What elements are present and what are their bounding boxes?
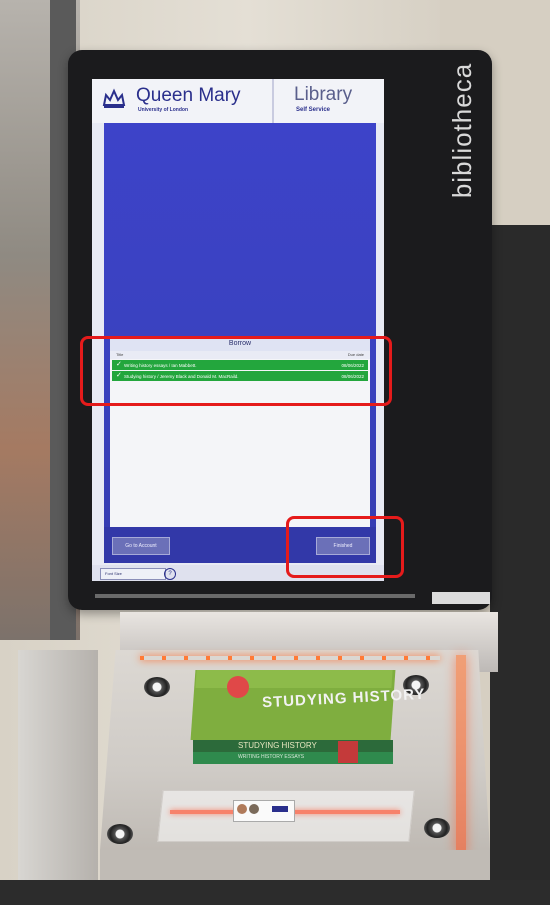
shelf-led-side [456,655,466,855]
shelf-screw [144,677,170,697]
kiosk-brand-text: bibliotheca [447,62,478,198]
institution-subtitle: University of London [138,107,188,113]
book-spine-title: WRITING HISTORY ESSAYS [238,754,305,760]
finished-button-highlight [286,516,404,578]
floor [0,880,550,905]
shelf-screw [107,824,133,844]
kiosk-trim [95,594,415,598]
font-size-button[interactable]: Font Size [100,568,166,580]
serial-label [432,592,490,604]
book-cover-top [195,670,393,688]
side-counter [18,650,98,890]
book-spine-title: STUDYING HISTORY [238,741,317,750]
screen-header: Queen Mary University of London Library … [92,79,384,123]
institution-logo: Queen Mary University of London [92,79,274,123]
card-photo [249,804,259,814]
service-title: Library [294,84,353,105]
kiosk-screen: Queen Mary University of London Library … [92,79,384,581]
book-spine-accent [338,741,358,763]
shelf-screw [424,818,450,838]
institution-name: Queen Mary [136,85,241,106]
go-to-account-button[interactable]: Go to Account [112,537,170,555]
right-dark-panel [490,225,550,905]
book-badge [227,676,249,698]
help-icon[interactable]: ? [164,568,176,580]
crown-icon [102,88,126,108]
borrowed-items-highlight [80,336,392,406]
kiosk-brand: bibliotheca [448,60,478,200]
card-logo [272,806,288,812]
service-title-block: Library Self Service [274,79,384,123]
card-photo [237,804,247,814]
service-subtitle: Self Service [296,107,331,113]
shelf-leds [140,656,440,660]
kiosk-base [100,850,490,880]
